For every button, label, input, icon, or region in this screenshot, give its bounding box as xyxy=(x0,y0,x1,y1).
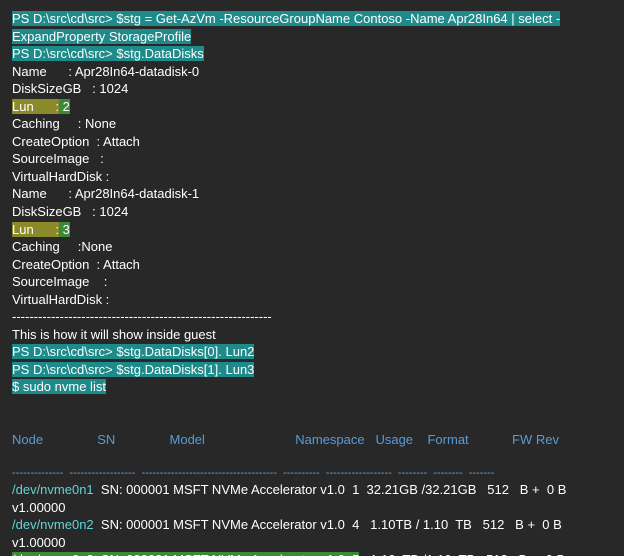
nvme-node: /dev/nvme0n1 xyxy=(12,482,94,497)
nvme-header-row: Node SN Model Namespace Usage Format FW … xyxy=(12,431,612,449)
disk0-lun: Lun : 2 xyxy=(12,98,612,116)
separator: ----------------------------------------… xyxy=(12,308,612,326)
col-usage: Usage xyxy=(375,432,413,447)
shell-prompt: $ xyxy=(12,379,23,394)
ps-command-datadisks: PS D:\src\cd\src> $stg.DataDisks xyxy=(12,45,612,63)
col-sn: SN xyxy=(97,432,115,447)
nvme-fw: v1.00000 xyxy=(12,499,612,517)
col-fwrev: FW Rev xyxy=(512,432,559,447)
blank-line xyxy=(12,414,612,432)
nvme-row: /dev/nvme0n1 SN: 000001 MSFT NVMe Accele… xyxy=(12,481,612,499)
disk1-caching: Caching :None xyxy=(12,238,612,256)
ps-prompt: PS D:\src\cd\src> xyxy=(12,11,116,26)
disk0-caching: Caching : None xyxy=(12,115,612,133)
nvme-row-highlighted: /dev/nvme0n3 SN: 000001 MSFT NVMe Accele… xyxy=(12,551,612,556)
disk1-name: Name : Apr28In64-datadisk-1 xyxy=(12,185,612,203)
disk1-size: DiskSizeGB : 1024 xyxy=(12,203,612,221)
nvme-dash-row: -------------- ------------------ ------… xyxy=(12,466,612,481)
ps-command-lun3: PS D:\src\cd\src> $stg.DataDisks[1]. Lun… xyxy=(12,361,612,379)
col-namespace: Namespace xyxy=(295,432,364,447)
terminal-output: PS D:\src\cd\src> $stg = Get-AzVm -Resou… xyxy=(0,0,624,556)
ps-command-lun2: PS D:\src\cd\src> $stg.DataDisks[0]. Lun… xyxy=(12,343,612,361)
disk0-name: Name : Apr28In64-datadisk-0 xyxy=(12,63,612,81)
blank-line xyxy=(12,449,612,467)
nvme-node: /dev/nvme0n3 xyxy=(12,552,94,556)
disk0-vhd: VirtualHardDisk : xyxy=(12,168,612,186)
ps-command-getazvm-cont: ExpandProperty StorageProfile xyxy=(12,28,612,46)
disk1-lun: Lun : 3 xyxy=(12,221,612,239)
nvme-fw: v1.00000 xyxy=(12,534,612,552)
disk1-createoption: CreateOption : Attach xyxy=(12,256,612,274)
nvme-node: /dev/nvme0n2 xyxy=(12,517,94,532)
col-format: Format xyxy=(427,432,468,447)
guest-note: This is how it will show inside guest xyxy=(12,326,612,344)
sudo-nvme-list: $ sudo nvme list xyxy=(12,378,612,396)
blank-line xyxy=(12,396,612,414)
disk1-vhd: VirtualHardDisk : xyxy=(12,291,612,309)
disk0-sourceimage: SourceImage : xyxy=(12,150,612,168)
disk1-sourceimage: SourceImage : xyxy=(12,273,612,291)
ps-prompt: PS D:\src\cd\src> xyxy=(12,46,116,61)
col-node: Node xyxy=(12,432,43,447)
disk0-size: DiskSizeGB : 1024 xyxy=(12,80,612,98)
ps-command-getazvm: PS D:\src\cd\src> $stg = Get-AzVm -Resou… xyxy=(12,10,612,28)
col-model: Model xyxy=(170,432,205,447)
nvme-row: /dev/nvme0n2 SN: 000001 MSFT NVMe Accele… xyxy=(12,516,612,534)
disk0-createoption: CreateOption : Attach xyxy=(12,133,612,151)
